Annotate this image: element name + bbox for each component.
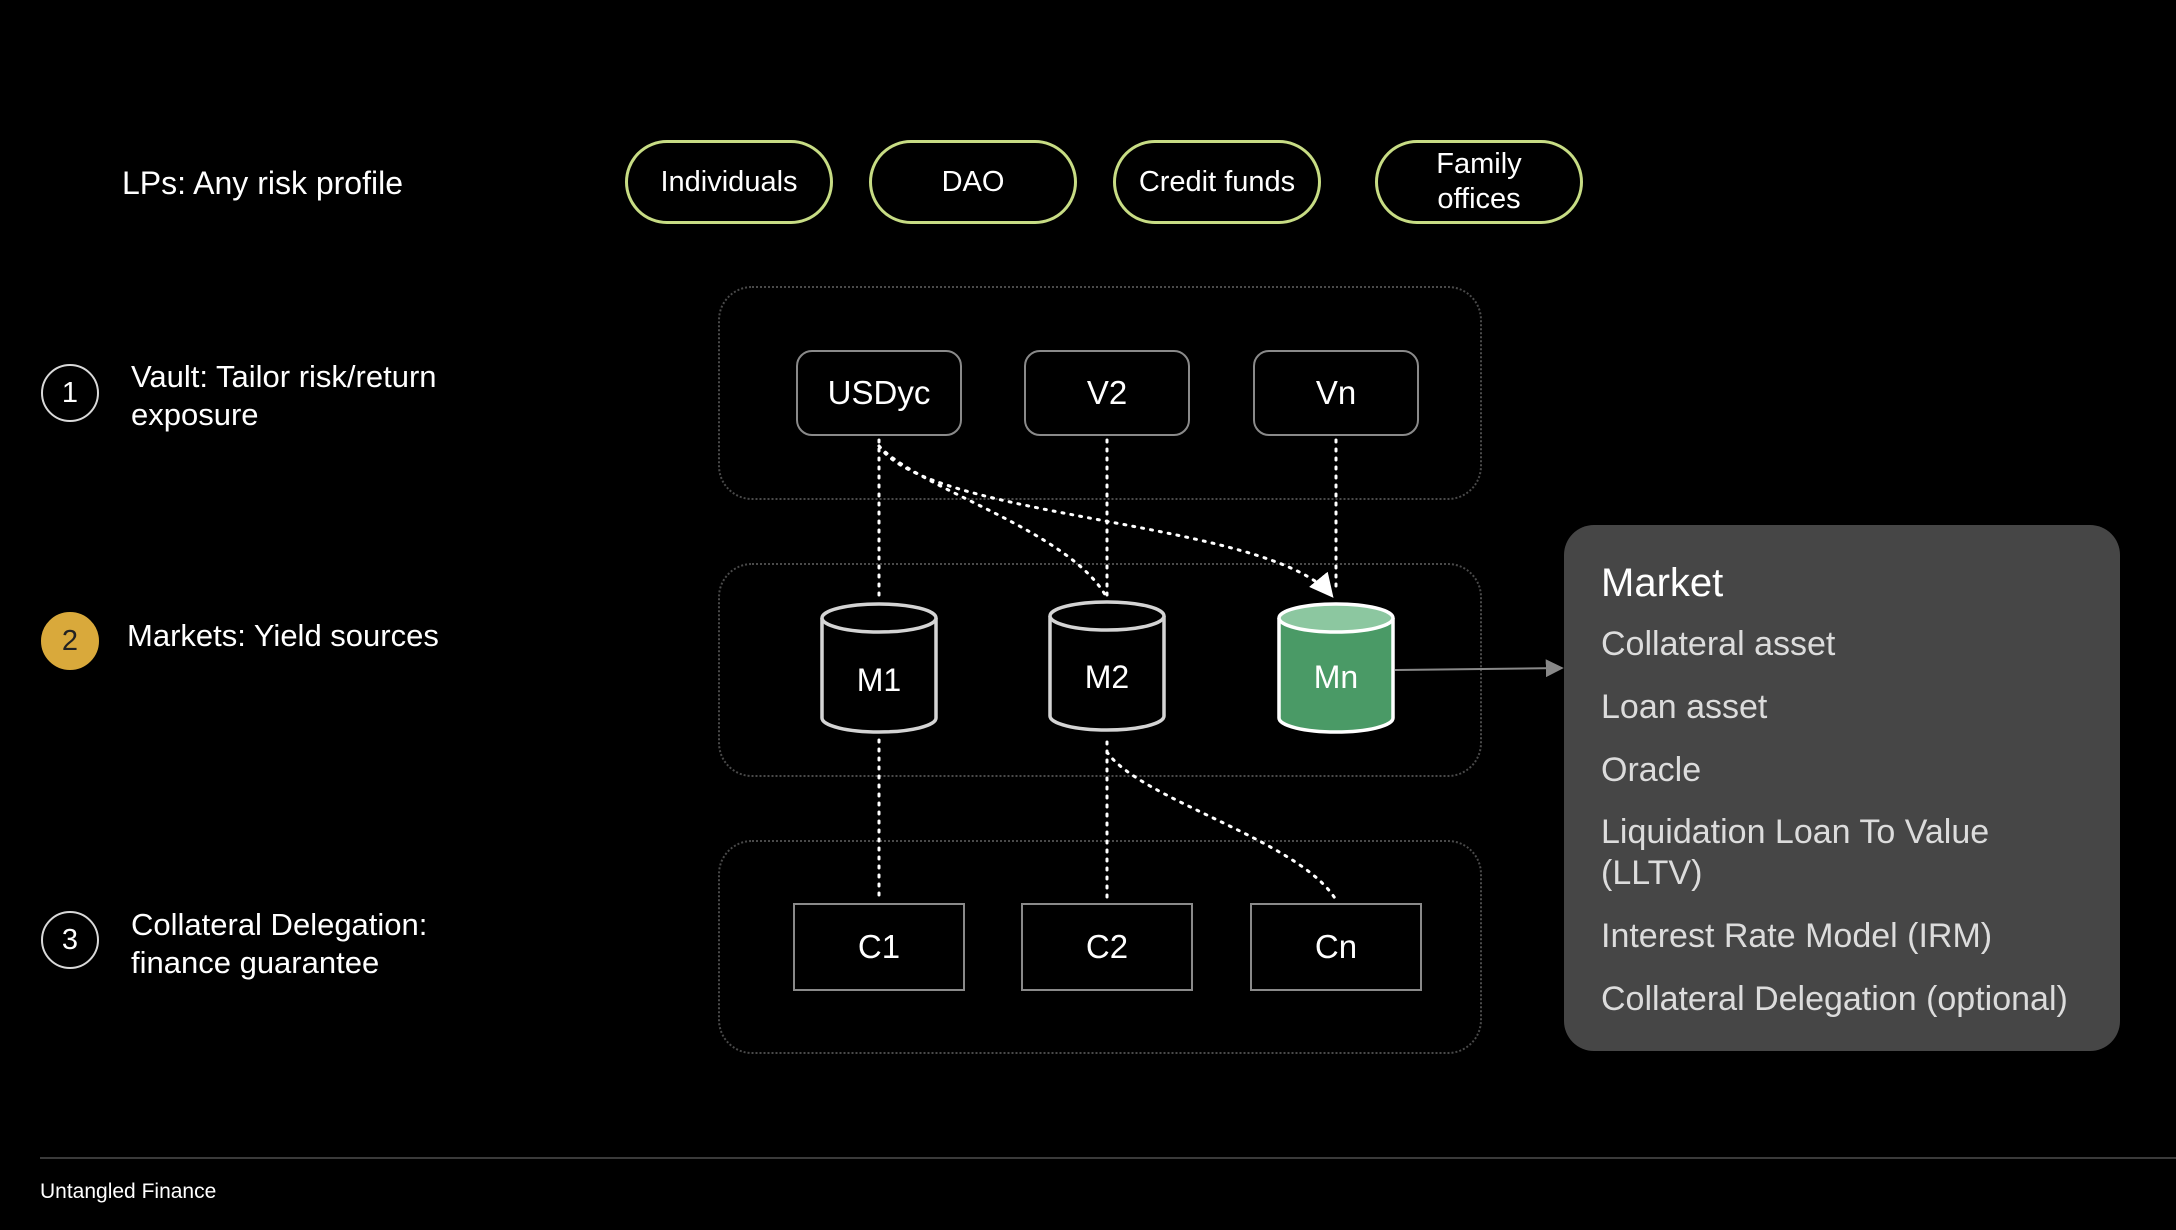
- market-m1-label: M1: [856, 662, 902, 698]
- market-panel-item: Liquidation Loan To Value (LLTV): [1601, 813, 1990, 893]
- footer-brand: Untangled Finance: [40, 1180, 217, 1203]
- vault-usdyc: USDyc: [796, 350, 962, 436]
- market-detail-panel: Market Collateral asset Loan asset Oracl…: [1564, 525, 2120, 1051]
- footer-divider: [40, 1157, 2176, 1159]
- vault-v2: V2: [1024, 350, 1190, 436]
- collateral-c2: C2: [1021, 903, 1193, 991]
- link-m2-cn: [1105, 750, 1338, 902]
- vault-vn: Vn: [1253, 350, 1419, 436]
- market-mn-label: Mn: [1313, 659, 1359, 695]
- market-m2-label: M2: [1084, 659, 1130, 695]
- market-panel-item: Interest Rate Model (IRM): [1601, 916, 1993, 955]
- market-panel-title: Market: [1601, 561, 1724, 605]
- collateral-c1: C1: [793, 903, 965, 991]
- market-panel-item: Loan asset: [1601, 687, 1768, 726]
- market-panel-item: Collateral Delegation (optional): [1601, 979, 2068, 1018]
- mn-to-panel-arrow: [1394, 659, 1564, 678]
- collateral-cn: Cn: [1250, 903, 1422, 991]
- market-panel-item: Oracle: [1601, 750, 1702, 789]
- market-panel-item: Collateral asset: [1601, 625, 1836, 663]
- link-usdyc-m2: [877, 444, 1109, 600]
